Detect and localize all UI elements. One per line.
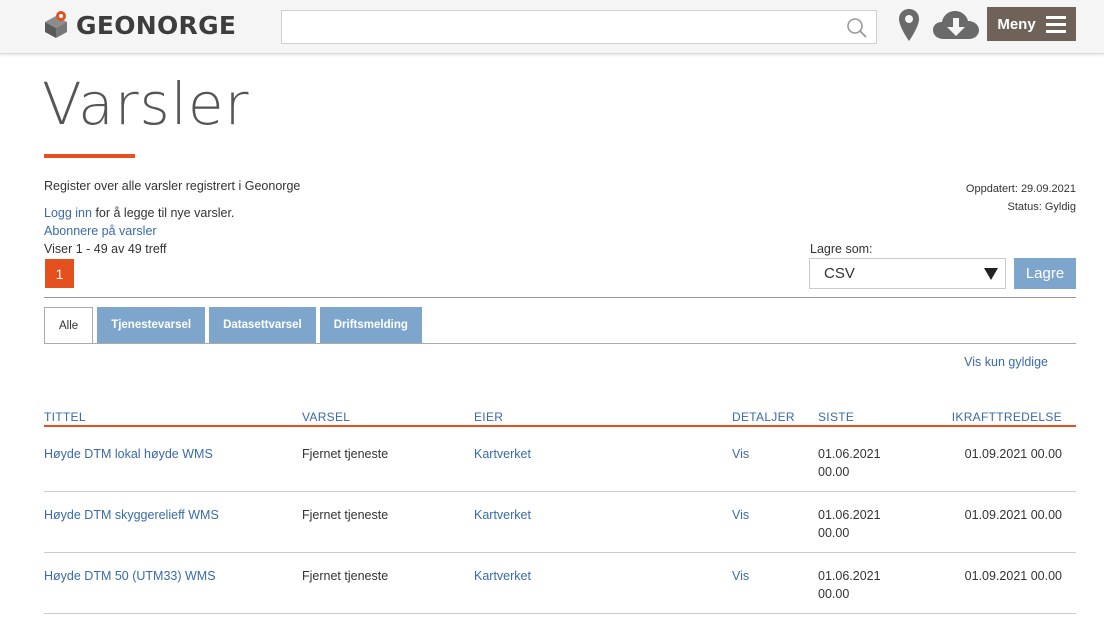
export-format-value: CSV (824, 265, 855, 282)
title-underline (44, 154, 135, 158)
menu-label: Meny (997, 15, 1036, 33)
row-details-link[interactable]: Vis (732, 506, 749, 524)
tabs-underline (44, 343, 1076, 344)
pagination-page-1[interactable]: 1 (45, 259, 74, 288)
row-title-link[interactable]: Høyde DTM 50 (UTM33) WMS (44, 567, 216, 585)
subscribe-line: Abonnere på varsler (44, 224, 157, 238)
updated-date: Oppdatert: 29.09.2021 (965, 183, 1076, 195)
column-header-varsel[interactable]: VARSEL (302, 410, 350, 424)
column-header-ikrafttredelse[interactable]: IKRAFTTREDELSE (952, 410, 1062, 424)
row-varsel: Fjernet tjeneste (302, 447, 389, 461)
row-owner-link[interactable]: Kartverket (474, 567, 531, 585)
page-title: Varsler (42, 70, 250, 138)
export-format-select[interactable]: CSV (809, 258, 1006, 289)
geonorge-logo-icon (44, 10, 68, 41)
row-varsel: Fjernet tjeneste (302, 508, 389, 522)
row-title-link[interactable]: Høyde DTM skyggerelieff WMS (44, 506, 219, 524)
table-row: Høyde DTM 50 (UTM33) WMS Fjernet tjenest… (44, 553, 1076, 614)
login-line: Logg inn for å legge til nye varsler. (44, 206, 234, 220)
save-as-label: Lagre som: (810, 242, 873, 256)
download-cloud-icon[interactable] (932, 9, 980, 44)
row-owner-link[interactable]: Kartverket (474, 445, 531, 463)
divider (44, 297, 1076, 298)
menu-button[interactable]: Meny (987, 7, 1076, 41)
row-siste: 01.06.2021 00.00 (818, 445, 898, 481)
table-row: Høyde DTM skyggerelieff WMS Fjernet tjen… (44, 492, 1076, 553)
login-suffix: for å legge til nye varsler. (91, 206, 235, 220)
login-link[interactable]: Logg inn (44, 206, 92, 220)
column-header-eier[interactable]: EIER (474, 410, 503, 424)
row-siste-time: 00.00 (818, 465, 850, 479)
register-status: Status: Gyldig (1007, 201, 1076, 213)
row-varsel: Fjernet tjeneste (302, 569, 389, 583)
tab-bar: Alle Tjenestevarsel Datasettvarsel Drift… (44, 307, 422, 344)
column-header-tittel[interactable]: TITTEL (44, 410, 86, 424)
result-count: Viser 1 - 49 av 49 treff (44, 242, 167, 256)
map-pin-icon[interactable] (898, 8, 920, 45)
top-bar: GEONORGE Meny (0, 0, 1104, 54)
logo-text: GEONORGE (76, 11, 237, 40)
dropdown-caret-icon (983, 266, 999, 286)
hamburger-icon (1045, 15, 1066, 33)
row-siste-time: 00.00 (818, 587, 850, 601)
tab-tjenestevarsel[interactable]: Tjenestevarsel (97, 307, 206, 343)
row-siste-time: 00.00 (818, 526, 850, 540)
row-siste-date: 01.06.2021 (818, 569, 881, 583)
row-siste-date: 01.06.2021 (818, 508, 881, 522)
register-meta: Oppdatert: 29.09.2021 Status: Gyldig (966, 180, 1076, 216)
save-button[interactable]: Lagre (1014, 258, 1076, 289)
row-ikrafttredelse: 01.09.2021 00.00 (964, 569, 1062, 583)
header-underline (44, 425, 1076, 427)
show-valid-only-link[interactable]: Vis kun gyldige (964, 355, 1048, 369)
tab-datasettvarsel[interactable]: Datasettvarsel (209, 307, 316, 343)
row-details-link[interactable]: Vis (732, 445, 749, 463)
row-owner-link[interactable]: Kartverket (474, 506, 531, 524)
tab-alle[interactable]: Alle (44, 307, 94, 344)
geonorge-logo[interactable]: GEONORGE (44, 10, 236, 41)
row-ikrafttredelse: 01.09.2021 00.00 (964, 508, 1062, 522)
column-header-detaljer[interactable]: DETALJER (732, 410, 795, 424)
row-title-link[interactable]: Høyde DTM lokal høyde WMS (44, 445, 213, 463)
row-siste: 01.06.2021 00.00 (818, 506, 898, 542)
row-siste: 01.06.2021 00.00 (818, 567, 898, 603)
row-details-link[interactable]: Vis (732, 567, 749, 585)
page-description: Register over alle varsler registrert i … (44, 179, 301, 193)
row-siste-date: 01.06.2021 (818, 447, 881, 461)
tab-driftsmelding[interactable]: Driftsmelding (319, 307, 422, 343)
column-header-siste[interactable]: SISTE (818, 410, 854, 424)
subscribe-link[interactable]: Abonnere på varsler (44, 224, 157, 238)
table-row: Høyde DTM lokal høyde WMS Fjernet tjenes… (44, 431, 1076, 492)
search-input[interactable] (281, 10, 877, 44)
row-ikrafttredelse: 01.09.2021 00.00 (964, 447, 1062, 461)
search-icon[interactable] (846, 17, 868, 42)
